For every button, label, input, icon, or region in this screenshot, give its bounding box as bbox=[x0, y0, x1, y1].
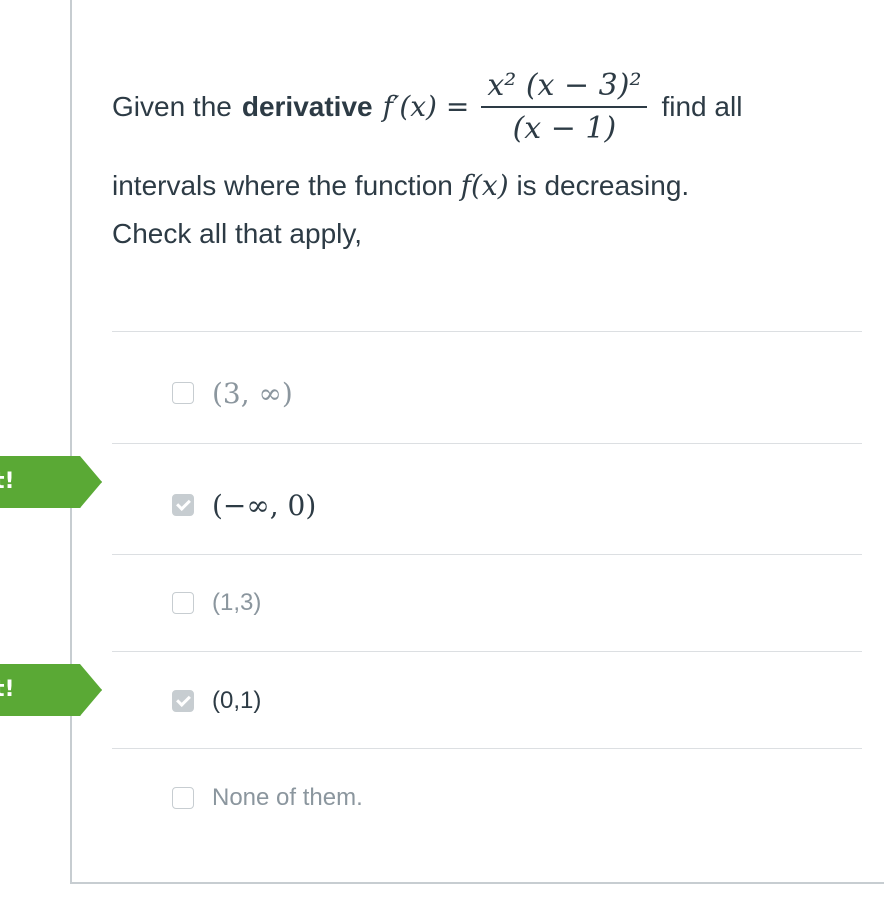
answer-option-3[interactable]: (1,3) bbox=[172, 583, 261, 623]
checkbox-option-1[interactable] bbox=[172, 382, 194, 404]
question-bold-word: derivative bbox=[241, 90, 373, 122]
answer-label-2[interactable]: (−∞, 0) bbox=[212, 489, 316, 522]
fraction-denominator: (x − 1) bbox=[512, 111, 617, 146]
checkbox-option-3[interactable] bbox=[172, 592, 194, 614]
checkbox-option-4[interactable] bbox=[172, 690, 194, 712]
answer-option-2[interactable]: (−∞, 0) bbox=[172, 485, 316, 525]
question-line-2: intervals where the function f(x) is dec… bbox=[112, 162, 852, 210]
question-line-3: Check all that apply, bbox=[112, 218, 363, 249]
answer-option-1[interactable]: (3, ∞) bbox=[172, 373, 293, 413]
answer-label-5[interactable]: None of them. bbox=[212, 784, 363, 812]
answer-label-3[interactable]: (1,3) bbox=[212, 589, 261, 617]
answer-label-1[interactable]: (3, ∞) bbox=[212, 377, 293, 410]
answer-divider bbox=[112, 748, 862, 749]
answer-divider bbox=[112, 331, 862, 332]
function-lhs: f′(x) = bbox=[382, 89, 470, 123]
fraction-numerator: x² (x − 3)² bbox=[481, 69, 648, 108]
question-suffix: find all bbox=[661, 90, 743, 122]
checkbox-option-2[interactable] bbox=[172, 494, 194, 516]
function-name: f(x) bbox=[460, 169, 509, 202]
answer-option-4[interactable]: (0,1) bbox=[172, 681, 261, 721]
answer-divider bbox=[112, 443, 862, 444]
answer-label-4[interactable]: (0,1) bbox=[212, 687, 261, 715]
question-line-1: Given the derivative f′(x) = x² (x − 3)²… bbox=[112, 52, 852, 162]
derivative-fraction: x² (x − 3)² (x − 1) bbox=[481, 69, 648, 146]
question-line2-suffix: is decreasing. bbox=[516, 170, 690, 201]
answer-option-5[interactable]: None of them. bbox=[172, 778, 363, 818]
question-line2-prefix: intervals where the function bbox=[112, 170, 453, 201]
answer-divider bbox=[112, 651, 862, 652]
question-prefix: Given the bbox=[112, 90, 232, 122]
question-text: Given the derivative f′(x) = x² (x − 3)²… bbox=[112, 52, 852, 258]
answer-divider bbox=[112, 554, 862, 555]
checkbox-option-5[interactable] bbox=[172, 787, 194, 809]
